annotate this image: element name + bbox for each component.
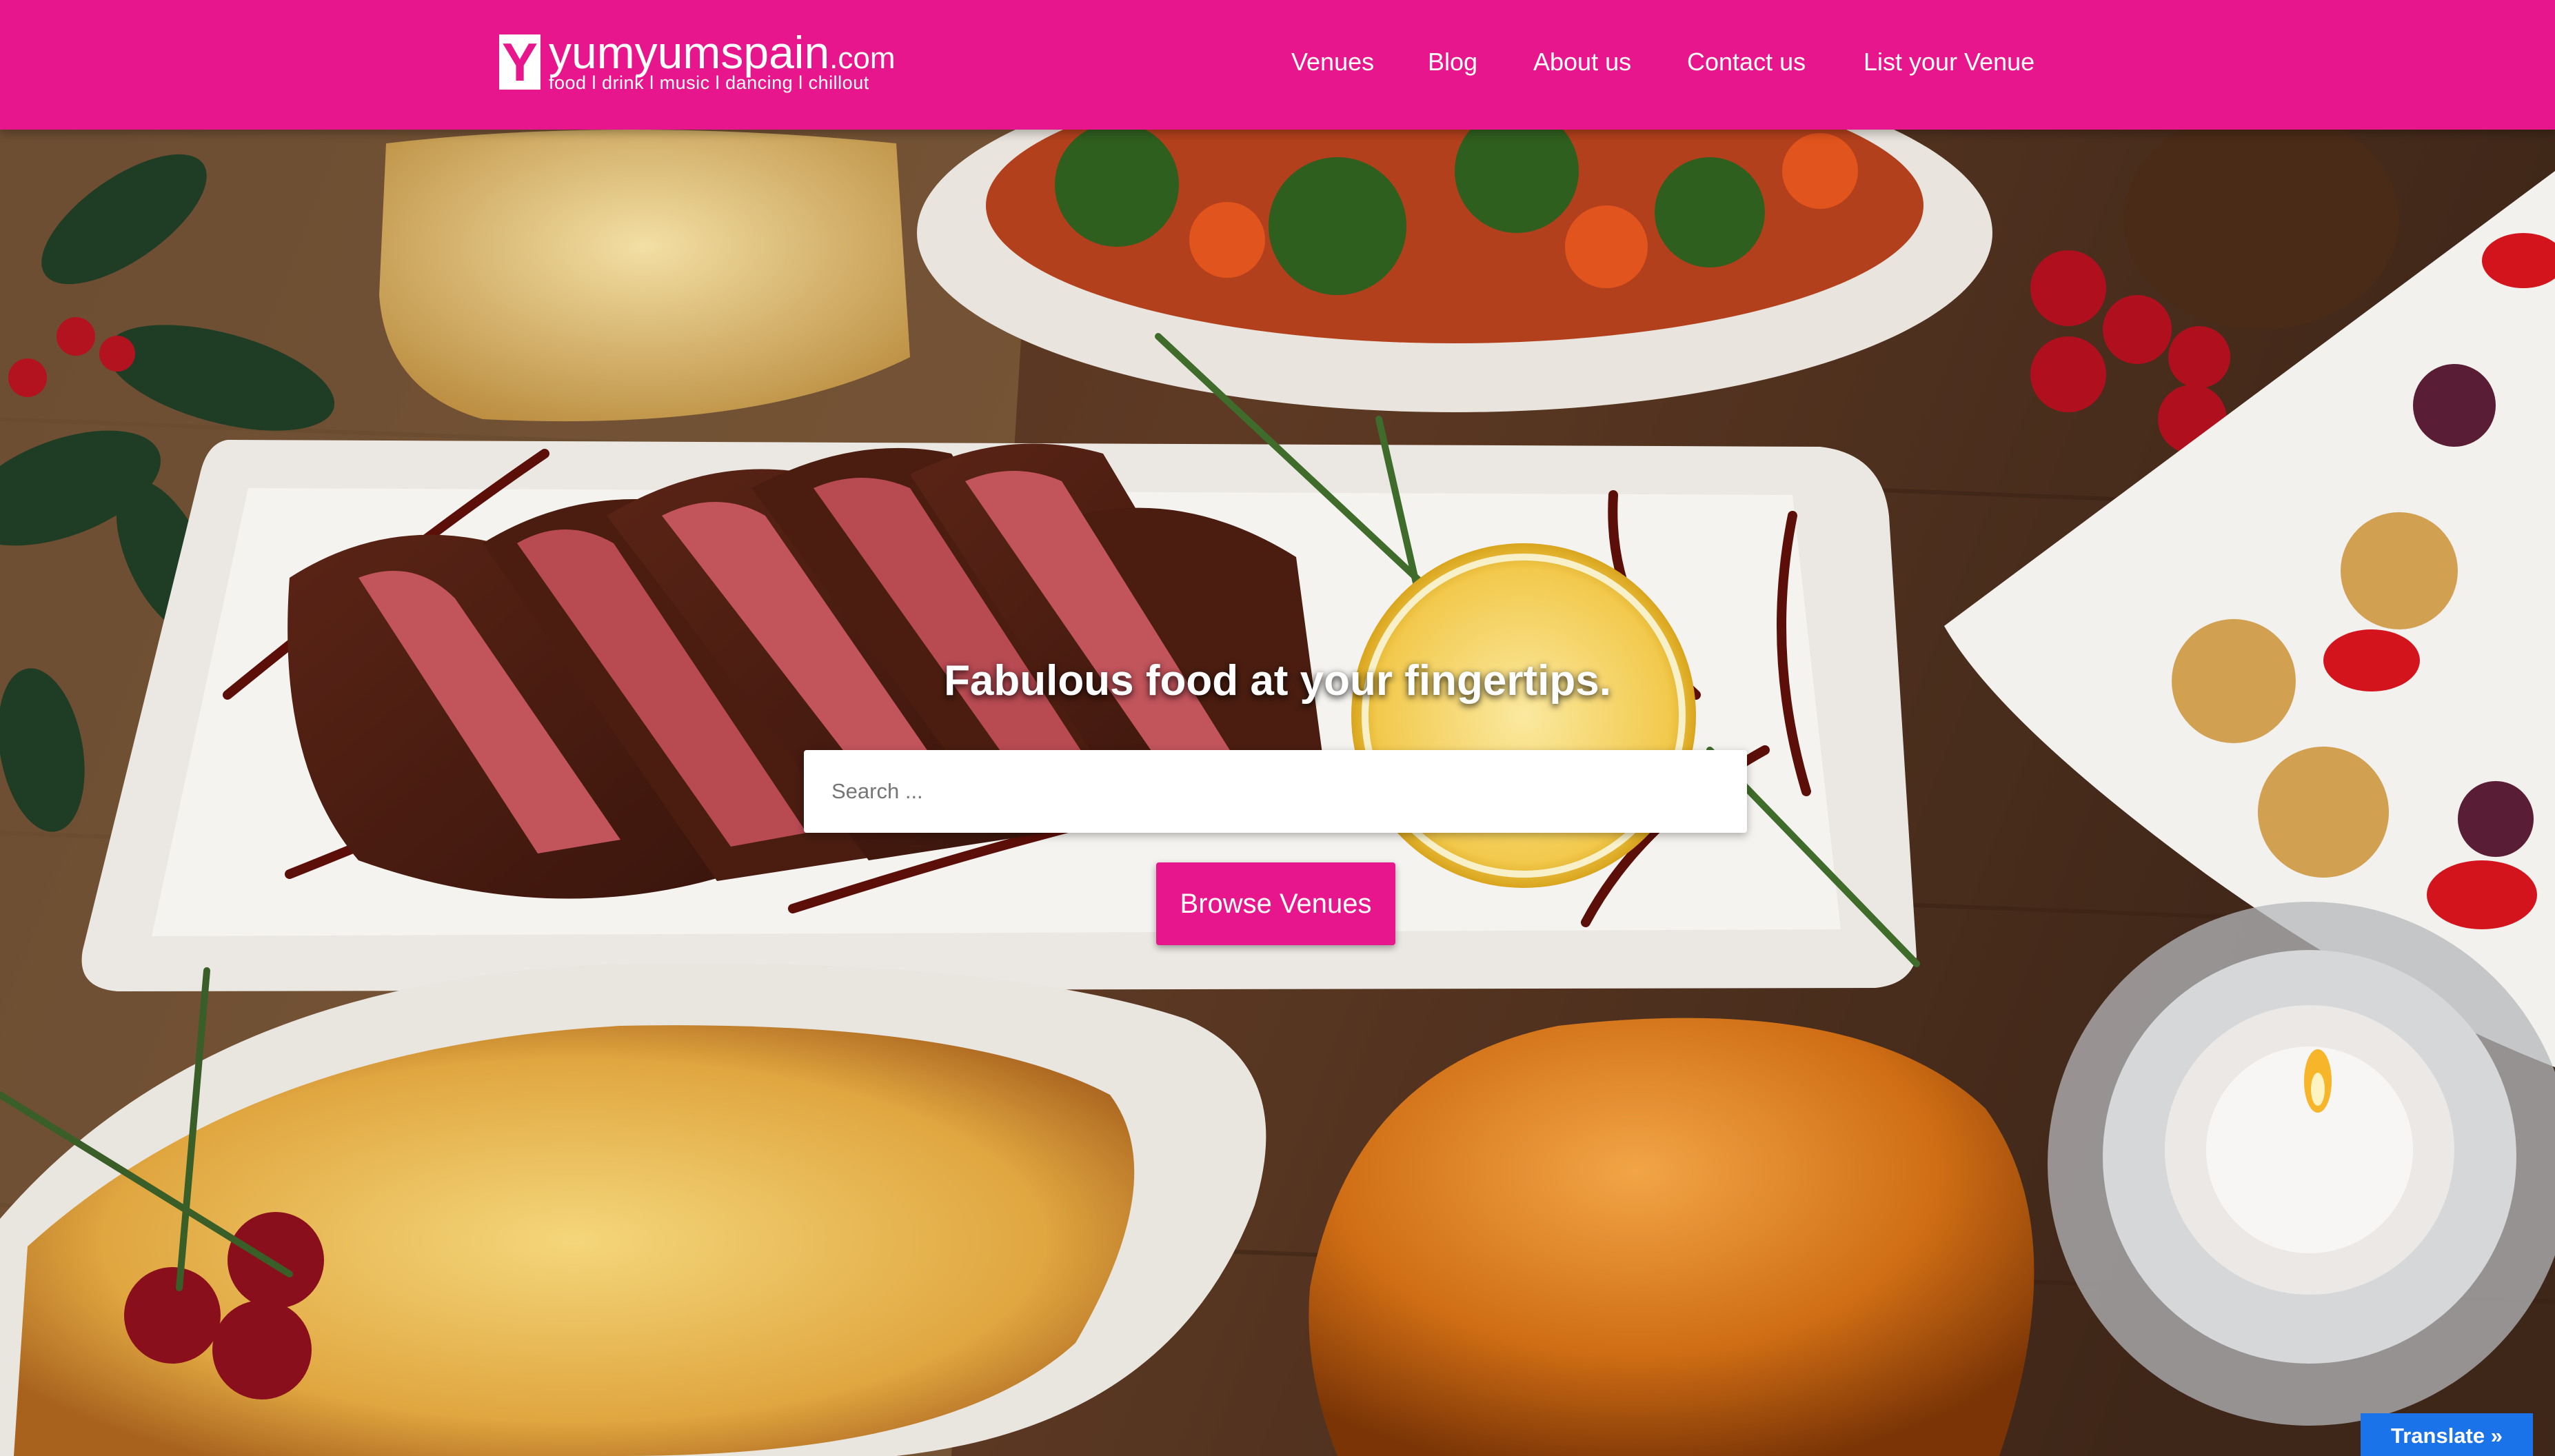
site-header: Y yumyumspain.com food l drink l music l… [0,0,2555,130]
nav-item-venues[interactable]: Venues [1291,43,1374,81]
logo-tld: .com [829,41,896,75]
hero-headline: Fabulous food at your fingertips. [944,657,1611,705]
search-input[interactable]: Search ... [804,750,1747,833]
nav-item-blog[interactable]: Blog [1428,43,1477,81]
nav-item-about-us[interactable]: About us [1533,43,1631,81]
logo-mark-icon: Y [499,34,541,90]
browse-venues-button[interactable]: Browse Venues [1156,862,1395,945]
translate-button[interactable]: Translate » [2361,1413,2533,1456]
search-placeholder: Search ... [831,779,923,803]
hero-content: Fabulous food at your fingertips. Search… [0,130,2555,1456]
site-logo[interactable]: Y yumyumspain.com food l drink l music l… [499,28,913,98]
nav-item-contact-us[interactable]: Contact us [1687,43,1806,81]
logo-name: yumyumspain [549,27,830,78]
logo-tagline: food l drink l music l dancing l chillou… [549,72,869,93]
nav-item-list-your-venue[interactable]: List your Venue [1864,43,2034,81]
